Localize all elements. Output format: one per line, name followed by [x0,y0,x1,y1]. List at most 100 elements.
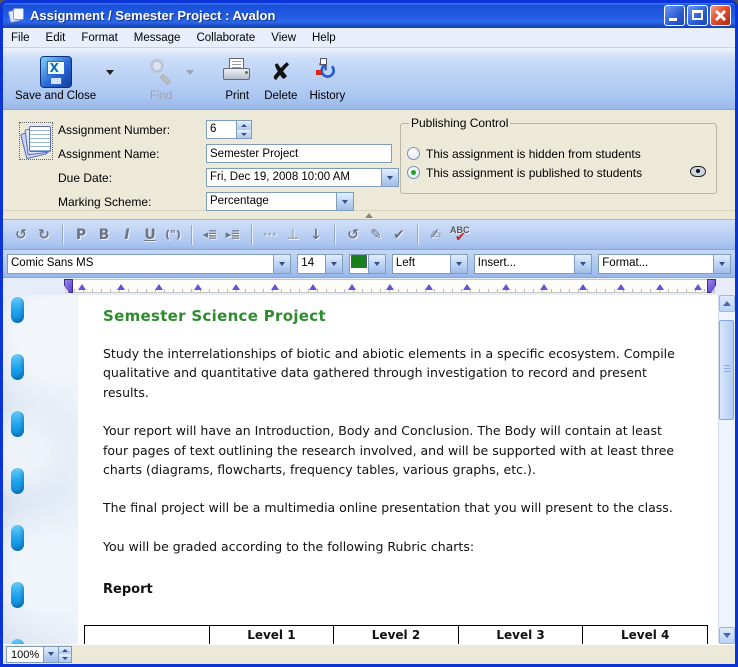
move-down-icon[interactable]: ↓ [306,226,326,244]
zoom-spinner-icon[interactable] [58,647,71,662]
indent-icon[interactable]: ▸≣ [223,227,243,242]
editor-area: Semester Science Project Study the inter… [3,295,735,644]
redo-icon[interactable]: ↻ [34,226,54,244]
due-date-select[interactable]: Fri, Dec 19, 2008 10:00 AM [206,168,399,187]
paragraph: You will be graded according to the foll… [103,537,688,556]
published-radio[interactable] [407,166,420,179]
assignment-number-label: Assignment Number: [58,123,206,137]
menu-message[interactable]: Message [126,30,189,46]
tab-stop-marker[interactable] [78,284,86,290]
tab-stop-marker[interactable] [232,284,240,290]
header-cell: Level 1 [209,626,334,645]
tab-stop-marker[interactable] [463,284,471,290]
print-label: Print [225,90,249,102]
pencil-icon[interactable]: ✎ [366,226,386,244]
menu-edit[interactable]: Edit [38,30,74,46]
ruler[interactable] [65,279,715,293]
document-viewport[interactable]: Semester Science Project Study the inter… [3,295,718,644]
tab-stop-marker[interactable] [540,284,548,290]
tab-stop-marker[interactable] [117,284,125,290]
title-bar: Assignment / Semester Project : Avalon [3,3,735,28]
publishing-control-group: Publishing Control This assignment is hi… [400,116,717,194]
chevron-down-icon[interactable] [381,169,398,186]
insert-select[interactable]: Insert... [474,254,593,274]
autocorrect-icon[interactable]: ✍ [426,226,446,244]
scrollbar-thumb[interactable] [719,320,734,420]
font-size-select[interactable]: 14 [297,254,343,274]
tab-stop-marker[interactable] [155,284,163,290]
menu-format[interactable]: Format [73,30,125,46]
marking-scheme-label: Marking Scheme: [58,195,206,209]
document-content[interactable]: Semester Science Project Study the inter… [3,295,718,644]
chevron-down-icon[interactable] [336,193,353,210]
tab-stop-marker[interactable] [694,284,702,290]
separator [334,225,335,245]
color-swatch-icon [351,255,367,268]
assignment-name-field[interactable] [206,144,392,163]
rotate-icon[interactable]: ↺ [343,226,363,244]
tab-stop-marker[interactable] [309,284,317,290]
chevron-down-icon[interactable] [325,255,342,273]
assignment-number-stepper[interactable]: 6 [206,120,252,139]
tab-stop-marker[interactable] [425,284,433,290]
maximize-icon[interactable] [687,5,708,26]
spellcheck-icon[interactable]: ABC ✔ [449,225,473,245]
history-button[interactable]: ↻ History [305,52,349,104]
font-family-select[interactable]: Comic Sans MS [7,254,291,274]
save-dropdown-arrow-icon[interactable] [106,70,114,75]
menu-collaborate[interactable]: Collaborate [188,30,263,46]
menu-file[interactable]: File [3,30,38,46]
table-header-row: Level 1 Level 2 Level 3 Level 4 [85,626,708,645]
menu-help[interactable]: Help [304,30,344,46]
tab-stop-marker[interactable] [502,284,510,290]
tab-stop-marker[interactable] [386,284,394,290]
underline-icon[interactable]: U [140,226,160,244]
italic-icon[interactable]: I [117,226,137,244]
find-label: Find [150,90,172,102]
chevron-down-icon[interactable] [273,255,290,273]
font-family-value: Comic Sans MS [8,255,273,273]
quote-icon[interactable]: (") [163,227,183,242]
report-heading: Report [103,582,688,597]
tab-stop-marker[interactable] [656,284,664,290]
separator [417,225,418,245]
accept-icon[interactable]: ✔ [389,226,409,244]
undo-icon[interactable]: ↺ [11,226,31,244]
chevron-down-icon[interactable] [368,255,385,273]
tab-stop-marker[interactable] [271,284,279,290]
align-select[interactable]: Left [392,254,468,274]
minimize-icon[interactable] [664,5,685,26]
menu-view[interactable]: View [263,30,304,46]
font-color-select[interactable] [349,254,386,274]
chevron-down-icon[interactable] [574,255,591,273]
bold-icon[interactable]: B [94,226,114,244]
insert-value: Insert... [475,255,575,273]
tab-stop-marker[interactable] [579,284,587,290]
hidden-radio[interactable] [407,147,420,160]
spinner-arrows-icon[interactable] [236,121,251,138]
chevron-down-icon[interactable] [43,647,58,662]
save-and-close-button[interactable]: X Save and Close [11,52,100,104]
tab-stop-marker[interactable] [194,284,202,290]
marking-scheme-select[interactable]: Percentage [206,192,354,211]
status-bar: 100% [3,644,735,663]
delete-button[interactable]: ✘ Delete [260,52,301,104]
tab-stop-marker[interactable] [617,284,625,290]
save-icon: X [40,56,72,88]
scrollbar-track[interactable] [719,312,735,627]
chevron-down-icon[interactable] [450,255,467,273]
chevron-down-icon[interactable] [713,255,730,273]
print-button[interactable]: Print [218,52,256,104]
published-radio-label: This assignment is published to students [426,166,642,180]
format-select[interactable]: Format... [598,254,731,274]
paragraph-icon[interactable]: P [71,226,91,244]
vertical-scrollbar[interactable] [718,295,735,644]
splitter-handle-icon[interactable] [365,213,373,218]
splitter-bar[interactable] [3,211,735,220]
close-icon[interactable] [710,5,731,26]
tab-stop-marker[interactable] [348,284,356,290]
zoom-control[interactable]: 100% [6,646,72,663]
outdent-icon[interactable]: ◂≣ [200,227,220,242]
scroll-down-icon[interactable] [719,627,735,644]
scroll-up-icon[interactable] [719,295,735,312]
